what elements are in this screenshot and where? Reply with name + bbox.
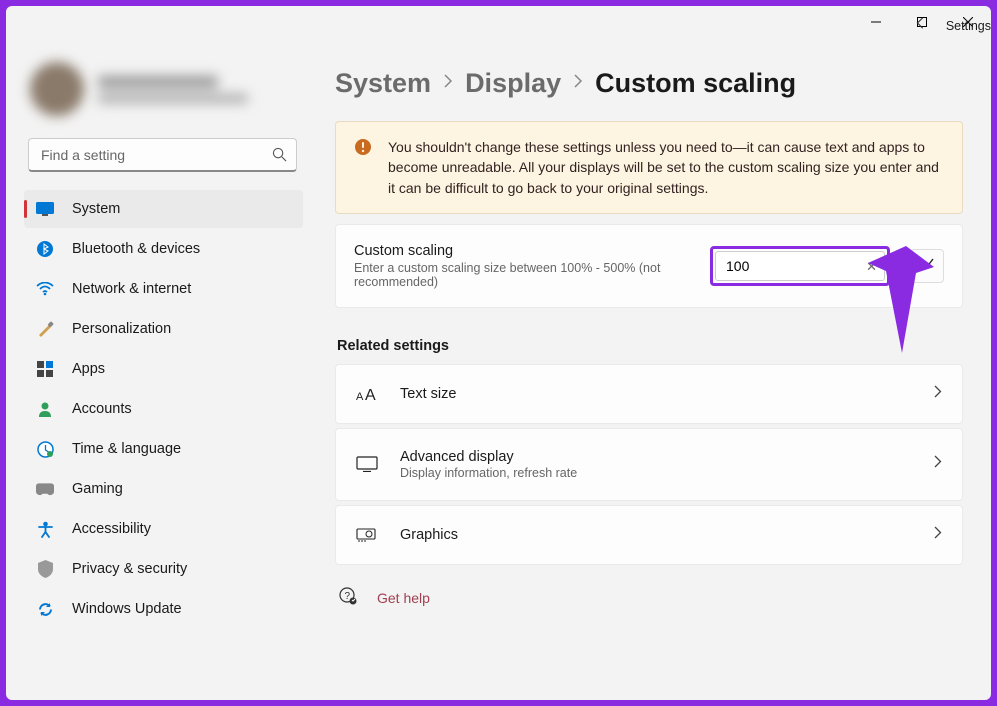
scaling-input-highlight: ✕ [710, 246, 890, 286]
apply-button[interactable] [910, 249, 944, 283]
brush-icon [36, 320, 54, 338]
accessibility-icon [36, 520, 54, 538]
nav-list: System Bluetooth & devices Network & int… [24, 190, 303, 630]
warning-text: You shouldn't change these settings unle… [388, 137, 944, 198]
clock-icon [36, 440, 54, 458]
warning-card: You shouldn't change these settings unle… [335, 121, 963, 214]
profile-name [98, 76, 218, 88]
nav-label: Windows Update [72, 601, 182, 617]
chevron-right-icon [934, 455, 942, 473]
warning-icon [354, 137, 372, 198]
nav-label: Accounts [72, 401, 132, 417]
back-button[interactable] [914, 16, 928, 35]
settings-window: Settings [4, 4, 993, 702]
shield-icon [36, 560, 54, 578]
nav-bluetooth[interactable]: Bluetooth & devices [24, 230, 303, 268]
nav-network[interactable]: Network & internet [24, 270, 303, 308]
nav-gaming[interactable]: Gaming [24, 470, 303, 508]
check-icon [920, 256, 935, 276]
nav-label: Apps [72, 361, 105, 377]
content-area: System Display Custom scaling You should… [311, 38, 991, 700]
breadcrumb: System Display Custom scaling [335, 68, 963, 99]
nav-update[interactable]: Windows Update [24, 590, 303, 628]
nav-personalization[interactable]: Personalization [24, 310, 303, 348]
rel-title: Graphics [400, 527, 912, 543]
breadcrumb-display[interactable]: Display [465, 68, 561, 99]
monitor-icon [356, 456, 378, 472]
nav-label: Personalization [72, 321, 171, 337]
svg-text:A: A [365, 387, 376, 402]
nav-time[interactable]: Time & language [24, 430, 303, 468]
breadcrumb-system[interactable]: System [335, 68, 431, 99]
gpu-icon [356, 527, 378, 542]
nav-label: Accessibility [72, 521, 151, 537]
nav-label: Time & language [72, 441, 181, 457]
sidebar: System Bluetooth & devices Network & int… [6, 38, 311, 700]
advanced-display-card[interactable]: Advanced display Display information, re… [335, 428, 963, 501]
chevron-right-icon [934, 385, 942, 403]
bluetooth-icon [36, 240, 54, 258]
update-icon [36, 600, 54, 618]
text-size-card[interactable]: AA Text size [335, 364, 963, 424]
related-settings-header: Related settings [337, 338, 963, 354]
nav-privacy[interactable]: Privacy & security [24, 550, 303, 588]
title-bar: Settings [6, 6, 991, 38]
clear-input-button[interactable]: ✕ [866, 259, 877, 275]
apps-icon [36, 360, 54, 378]
nav-accessibility[interactable]: Accessibility [24, 510, 303, 548]
breadcrumb-current: Custom scaling [595, 68, 796, 99]
profile-email [98, 94, 248, 103]
help-icon: ? [339, 587, 357, 610]
rel-sub: Display information, refresh rate [400, 466, 912, 480]
custom-scaling-card: Custom scaling Enter a custom scaling si… [335, 224, 963, 308]
nav-system[interactable]: System [24, 190, 303, 228]
rel-title: Text size [400, 386, 912, 402]
svg-text:A: A [356, 391, 364, 402]
nav-apps[interactable]: Apps [24, 350, 303, 388]
graphics-card[interactable]: Graphics [335, 505, 963, 565]
avatar [30, 62, 84, 116]
display-icon [36, 200, 54, 218]
nav-label: Bluetooth & devices [72, 241, 200, 257]
text-size-icon: AA [356, 386, 378, 402]
search-input[interactable] [28, 138, 297, 172]
gamepad-icon [36, 480, 54, 498]
nav-accounts[interactable]: Accounts [24, 390, 303, 428]
app-title: Settings [946, 19, 991, 33]
chevron-right-icon [443, 74, 453, 93]
chevron-right-icon [934, 526, 942, 544]
chevron-right-icon [573, 74, 583, 93]
search-icon [272, 147, 287, 167]
help-label: Get help [377, 590, 430, 606]
wifi-icon [36, 280, 54, 298]
scaling-input[interactable] [715, 251, 885, 281]
nav-label: Network & internet [72, 281, 191, 297]
custom-scaling-title: Custom scaling [354, 243, 696, 259]
nav-label: Gaming [72, 481, 123, 497]
nav-label: Privacy & security [72, 561, 187, 577]
person-icon [36, 400, 54, 418]
rel-title: Advanced display [400, 449, 912, 465]
get-help-link[interactable]: ? Get help [335, 569, 963, 628]
profile-block[interactable] [24, 48, 303, 138]
nav-label: System [72, 201, 120, 217]
custom-scaling-sub: Enter a custom scaling size between 100%… [354, 261, 696, 289]
